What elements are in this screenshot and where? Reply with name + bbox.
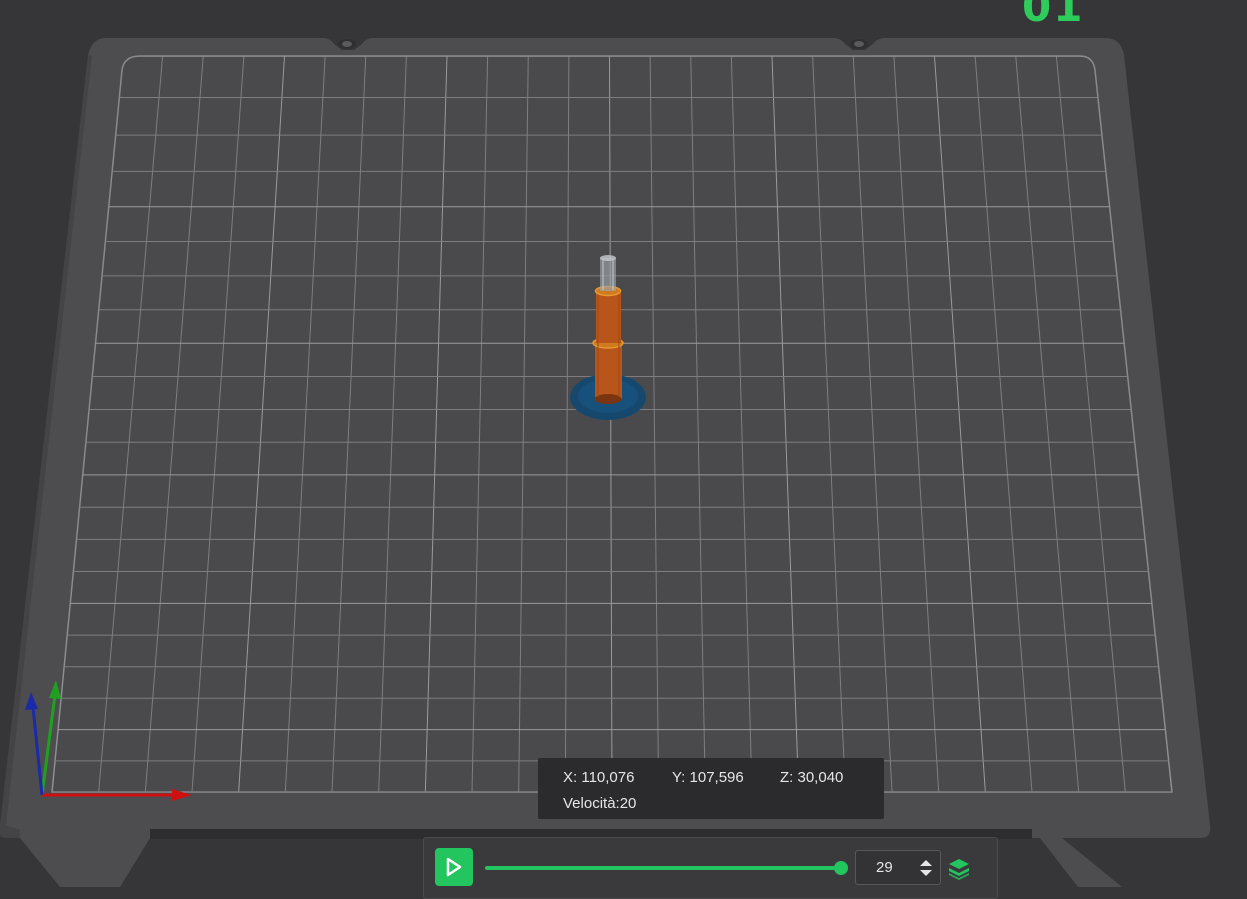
play-button[interactable]: [435, 848, 473, 886]
layers-icon[interactable]: [947, 857, 971, 881]
plate-number-label: 01: [1022, 0, 1085, 31]
3d-viewport[interactable]: 01 X: 110,076 Y: 107,596 Z: 30,040 Veloc…: [0, 0, 1247, 899]
position-info-panel: X: 110,076 Y: 107,596 Z: 30,040 Velocità…: [538, 758, 884, 819]
layer-stepper-value[interactable]: 29: [876, 859, 893, 876]
playback-control-bar: 29: [423, 837, 998, 899]
speed-row: Velocità: 20: [563, 795, 636, 812]
move-slider-track[interactable]: [485, 866, 841, 870]
layer-stepper[interactable]: 29: [855, 850, 941, 885]
mount-hole-left: [338, 39, 356, 49]
speed-label: Velocità:: [563, 795, 620, 812]
y-coordinate: Y: 107,596: [672, 769, 744, 786]
mount-hole-right: [850, 39, 868, 49]
play-icon: [446, 857, 462, 877]
speed-value: 20: [619, 795, 637, 812]
x-coordinate: X: 110,076: [563, 769, 635, 786]
coordinates-row: X: 110,076 Y: 107,596 Z: 30,040: [563, 769, 880, 786]
model-lower-section: [595, 343, 622, 399]
model-upper-section: [596, 291, 621, 343]
move-slider-handle[interactable]: [834, 861, 848, 875]
z-coordinate: Z: 30,040: [780, 769, 844, 786]
up-down-arrows-icon[interactable]: [918, 857, 934, 879]
model-preview-section: [600, 258, 616, 291]
